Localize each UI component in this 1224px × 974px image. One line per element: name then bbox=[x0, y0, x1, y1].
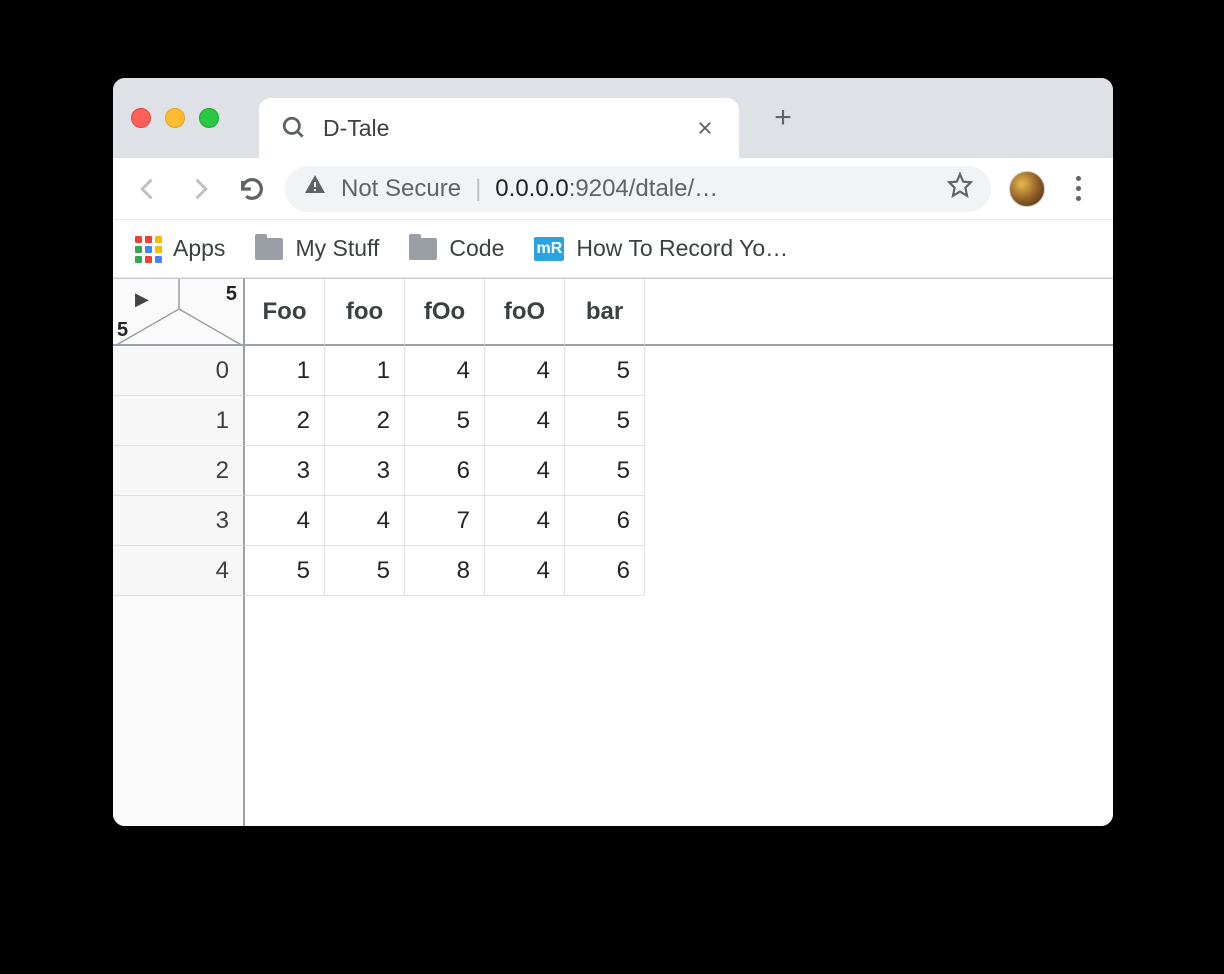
data-cell[interactable]: 8 bbox=[405, 546, 485, 596]
folder-icon bbox=[409, 238, 437, 260]
data-cell-blank bbox=[645, 346, 1113, 396]
corner-divider bbox=[113, 279, 243, 344]
address-bar: Not Secure | 0.0.0.0:9204/dtale/… bbox=[113, 158, 1113, 220]
folder-icon bbox=[255, 238, 283, 260]
page-content: ▶ 5 5 FoofoofOofoObar0114451225452336453… bbox=[113, 278, 1113, 826]
security-label: Not Secure bbox=[341, 175, 461, 203]
browser-tab[interactable]: D-Tale bbox=[259, 98, 739, 158]
data-cell[interactable]: 4 bbox=[325, 496, 405, 546]
data-cell[interactable]: 6 bbox=[565, 546, 645, 596]
data-cell[interactable]: 1 bbox=[325, 346, 405, 396]
data-grid: ▶ 5 5 FoofoofOofoObar0114451225452336453… bbox=[113, 278, 1113, 826]
data-cell[interactable]: 5 bbox=[405, 396, 485, 446]
tab-close-button[interactable] bbox=[693, 116, 717, 140]
row-index[interactable]: 2 bbox=[113, 446, 245, 496]
reload-button[interactable] bbox=[237, 174, 267, 204]
data-cell[interactable]: 3 bbox=[325, 446, 405, 496]
tab-strip: D-Tale + bbox=[113, 78, 1113, 158]
bookmark-apps[interactable]: Apps bbox=[135, 235, 225, 262]
url-text: 0.0.0.0:9204/dtale/… bbox=[495, 175, 718, 203]
bookmark-code[interactable]: Code bbox=[409, 235, 504, 262]
data-cell-blank bbox=[645, 546, 1113, 596]
close-window-button[interactable] bbox=[131, 108, 151, 128]
column-header[interactable]: foo bbox=[325, 278, 405, 346]
new-tab-button[interactable]: + bbox=[763, 98, 803, 138]
column-header[interactable]: Foo bbox=[245, 278, 325, 346]
bookmark-label: My Stuff bbox=[295, 235, 379, 262]
data-cell[interactable]: 5 bbox=[565, 346, 645, 396]
bookmarks-bar: Apps My Stuff Code mR How To Record Yo… bbox=[113, 220, 1113, 278]
mr-icon: mR bbox=[534, 237, 564, 261]
search-icon bbox=[281, 115, 307, 141]
data-cell[interactable]: 4 bbox=[485, 496, 565, 546]
row-index[interactable]: 1 bbox=[113, 396, 245, 446]
warning-icon bbox=[303, 173, 327, 204]
column-header-blank bbox=[645, 278, 1113, 346]
data-cell[interactable]: 5 bbox=[565, 396, 645, 446]
omnibox-separator: | bbox=[475, 175, 481, 203]
maximize-window-button[interactable] bbox=[199, 108, 219, 128]
data-cell-blank bbox=[645, 496, 1113, 546]
data-cell[interactable]: 6 bbox=[405, 446, 485, 496]
data-cell[interactable]: 4 bbox=[485, 546, 565, 596]
data-cell[interactable]: 4 bbox=[485, 396, 565, 446]
column-header[interactable]: fOo bbox=[405, 278, 485, 346]
data-cell[interactable]: 4 bbox=[485, 446, 565, 496]
forward-button[interactable] bbox=[185, 174, 215, 204]
bookmark-label: Code bbox=[449, 235, 504, 262]
data-cell[interactable]: 4 bbox=[405, 346, 485, 396]
bookmark-star-icon[interactable] bbox=[947, 172, 973, 205]
apps-icon bbox=[135, 236, 161, 262]
data-cell[interactable]: 6 bbox=[565, 496, 645, 546]
bookmark-label: Apps bbox=[173, 235, 225, 262]
row-index[interactable]: 3 bbox=[113, 496, 245, 546]
tab-title: D-Tale bbox=[323, 115, 677, 142]
column-header[interactable]: foO bbox=[485, 278, 565, 346]
column-header[interactable]: bar bbox=[565, 278, 645, 346]
back-button[interactable] bbox=[133, 174, 163, 204]
bookmark-my-stuff[interactable]: My Stuff bbox=[255, 235, 379, 262]
data-cell-blank bbox=[645, 446, 1113, 496]
bookmark-howto[interactable]: mR How To Record Yo… bbox=[534, 235, 788, 262]
data-cell[interactable]: 5 bbox=[245, 546, 325, 596]
data-cell[interactable]: 5 bbox=[565, 446, 645, 496]
grid-corner[interactable]: ▶ 5 5 bbox=[113, 278, 245, 346]
omnibox[interactable]: Not Secure | 0.0.0.0:9204/dtale/… bbox=[285, 166, 991, 212]
row-index[interactable]: 4 bbox=[113, 546, 245, 596]
data-cell-blank bbox=[645, 396, 1113, 446]
window-controls bbox=[131, 108, 219, 128]
data-cell[interactable]: 4 bbox=[245, 496, 325, 546]
data-cell[interactable]: 2 bbox=[325, 396, 405, 446]
data-cell[interactable]: 5 bbox=[325, 546, 405, 596]
data-cell[interactable]: 1 bbox=[245, 346, 325, 396]
data-cell[interactable]: 4 bbox=[485, 346, 565, 396]
row-index[interactable]: 0 bbox=[113, 346, 245, 396]
data-cell[interactable]: 3 bbox=[245, 446, 325, 496]
browser-menu-button[interactable] bbox=[1063, 176, 1093, 201]
data-cell[interactable]: 7 bbox=[405, 496, 485, 546]
minimize-window-button[interactable] bbox=[165, 108, 185, 128]
bookmark-label: How To Record Yo… bbox=[576, 235, 788, 262]
grid-gutter bbox=[113, 596, 245, 826]
browser-window: D-Tale + bbox=[113, 78, 1113, 826]
profile-avatar[interactable] bbox=[1009, 171, 1045, 207]
data-cell[interactable]: 2 bbox=[245, 396, 325, 446]
